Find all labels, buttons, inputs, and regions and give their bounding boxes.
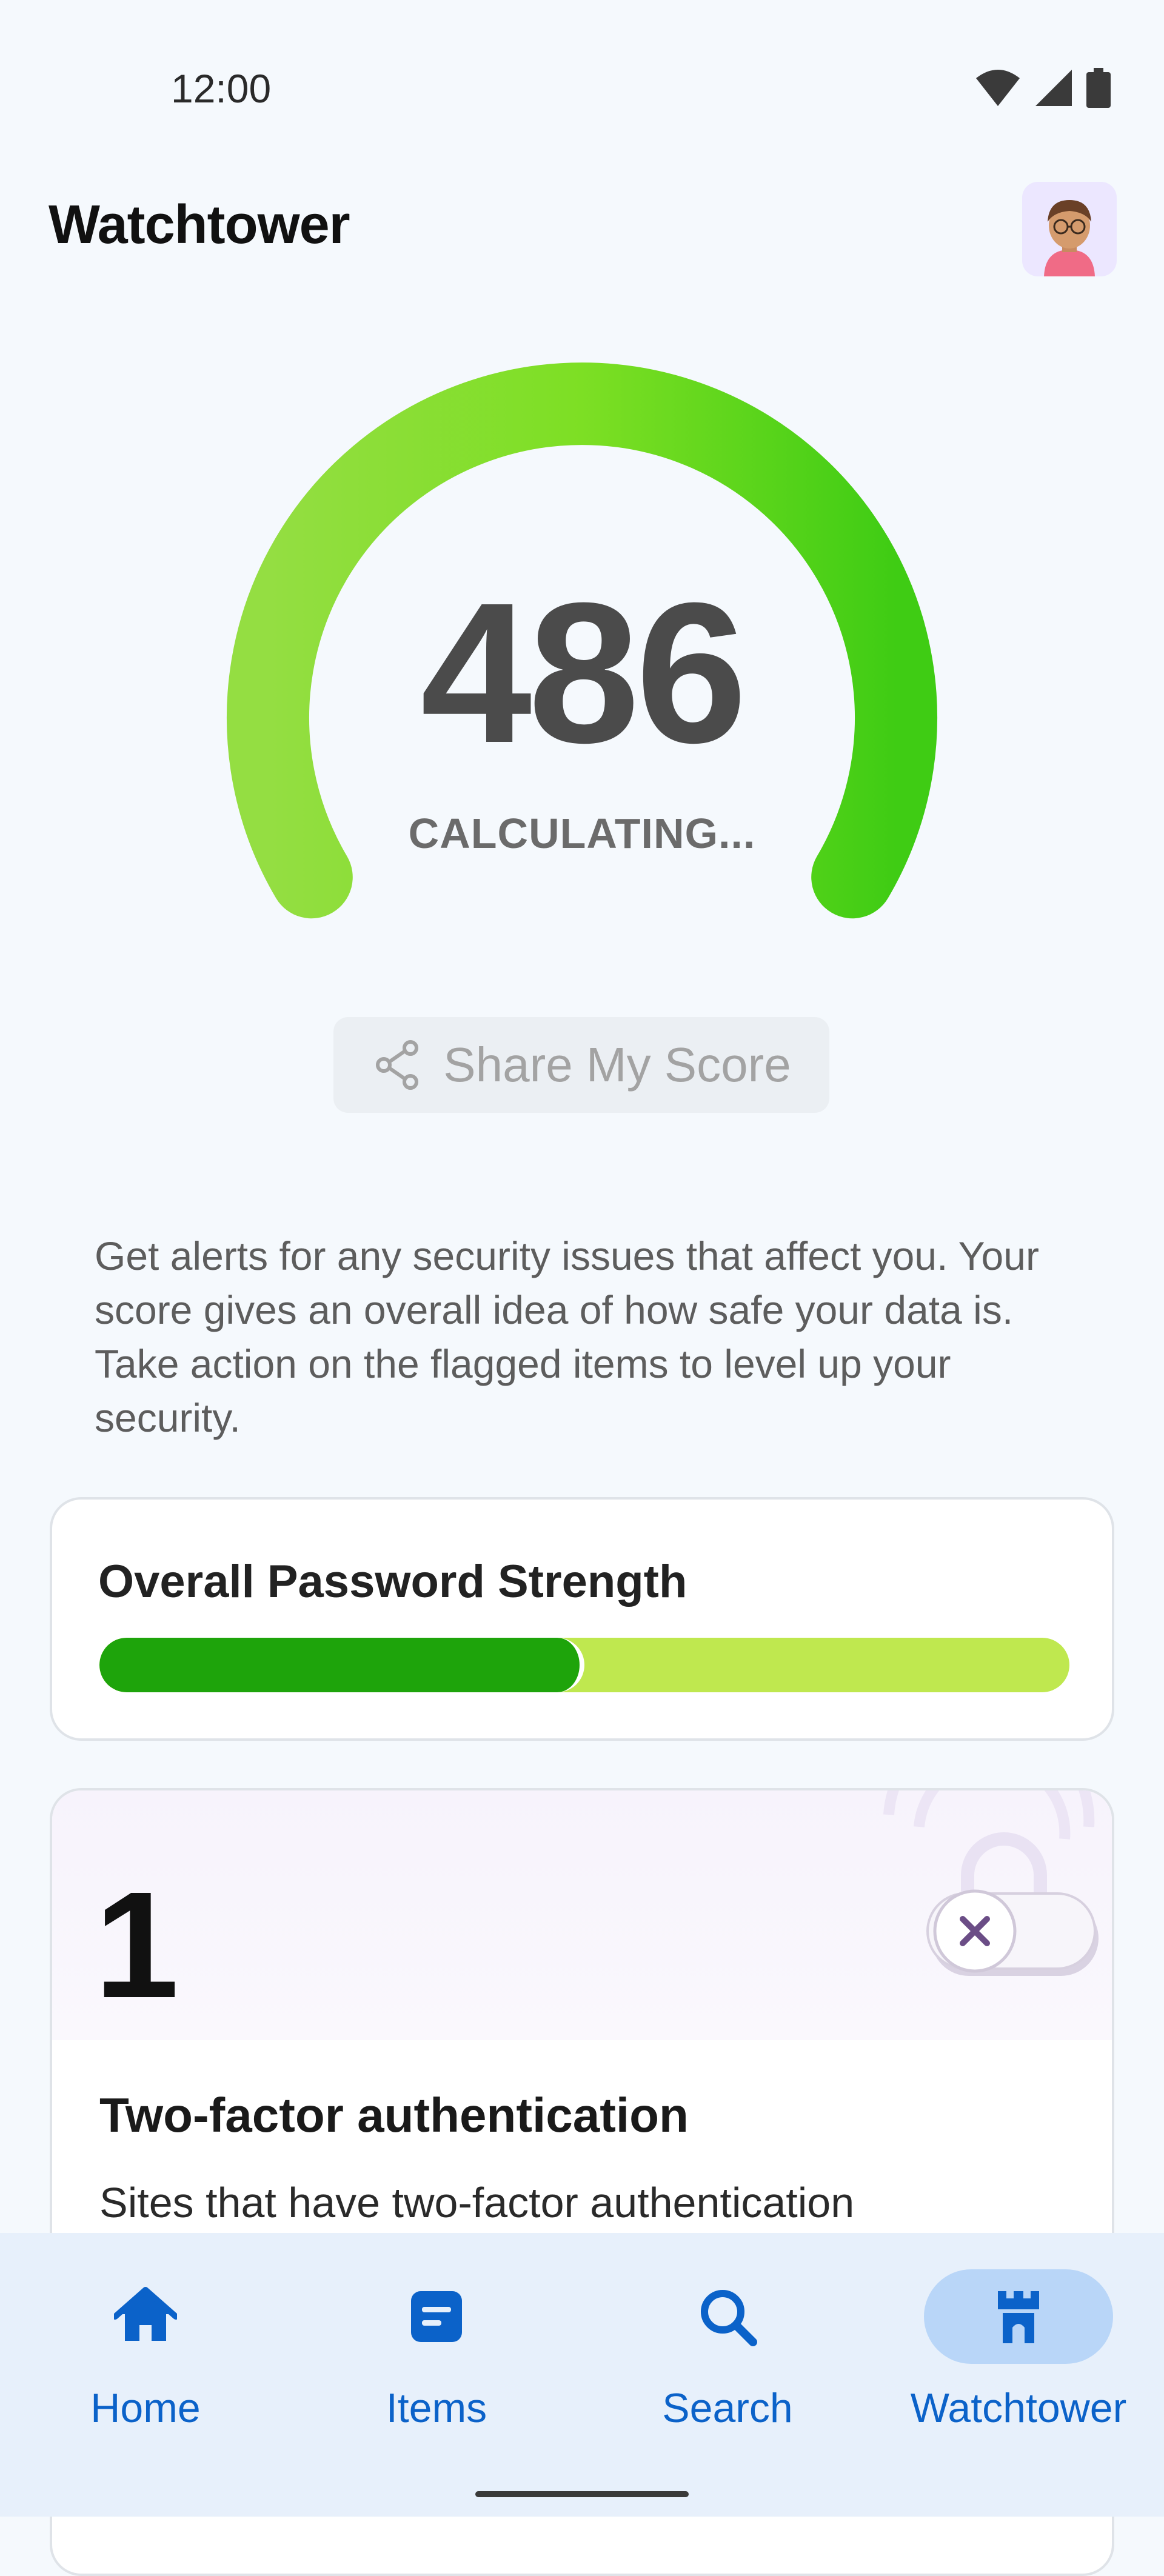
- items-icon: [411, 2291, 462, 2342]
- wifi-icon: [976, 70, 1020, 106]
- status-time: 12:00: [171, 66, 272, 111]
- home-icon: [114, 2287, 177, 2341]
- nav-search-label: Search: [662, 2385, 793, 2431]
- share-score-button[interactable]: Share My Score: [333, 1017, 829, 1113]
- toggle-off-illustration-icon: [883, 1790, 1099, 1976]
- page-title: Watchtower: [48, 195, 350, 255]
- cellular-signal-icon: [1035, 70, 1072, 106]
- share-button-label: Share My Score: [443, 1038, 791, 1092]
- watchtower-description: Get alerts for any security issues that …: [95, 1233, 1039, 1440]
- status-icons: [975, 68, 1111, 108]
- nav-watchtower-label: Watchtower: [910, 2385, 1127, 2431]
- password-strength-card[interactable]: Overall Password Strength: [50, 1497, 1114, 1741]
- nav-home-label: Home: [90, 2385, 201, 2431]
- password-strength-fill: [99, 1638, 584, 1692]
- security-score-value: 486: [420, 561, 748, 784]
- search-icon: [701, 2290, 757, 2346]
- nav-item-home[interactable]: Home: [0, 2233, 291, 2517]
- two-factor-title: Two-factor authentication: [99, 2088, 689, 2142]
- two-factor-count: 1: [95, 1860, 179, 2029]
- watchtower-icon: [998, 2291, 1039, 2343]
- battery-icon: [1086, 68, 1111, 108]
- share-icon: [376, 1040, 419, 1090]
- home-indicator: [475, 2491, 689, 2497]
- password-strength-title: Overall Password Strength: [98, 1556, 687, 1607]
- score-status: CALCULATING...: [408, 810, 756, 857]
- nav-item-watchtower[interactable]: Watchtower: [873, 2233, 1164, 2517]
- avatar[interactable]: [1022, 182, 1117, 276]
- status-bar: 12:00: [0, 0, 1164, 182]
- nav-item-items[interactable]: Items: [291, 2233, 582, 2517]
- nav-item-search[interactable]: Search: [582, 2233, 873, 2517]
- password-strength-bar: [99, 1638, 1069, 1692]
- bottom-navigation: Home Items Search Watchtower: [0, 2233, 1164, 2517]
- two-factor-description: Sites that have two-factor authenticatio…: [99, 2179, 855, 2226]
- nav-items-label: Items: [386, 2385, 487, 2431]
- user-avatar-icon: [1044, 200, 1095, 276]
